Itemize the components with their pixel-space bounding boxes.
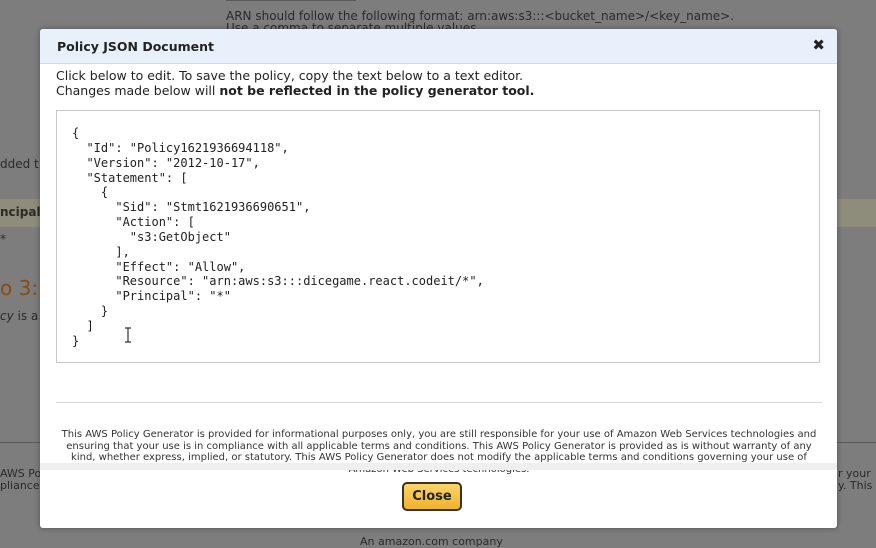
bg-pliance-fragment: pliance: [0, 479, 40, 492]
bg-policy-rest: is a: [13, 309, 39, 323]
instruction-line-2-prefix: Changes made below will: [56, 83, 220, 98]
modal-divider: [56, 402, 822, 403]
instruction-line-2-bold: not be reflected in the policy generator…: [219, 83, 535, 98]
close-x-icon[interactable]: ✖: [812, 37, 825, 53]
policy-json-modal: Policy JSON Document ✖ Click below to ed…: [40, 29, 837, 528]
instruction-line-2: Changes made below will not be reflected…: [56, 83, 534, 98]
close-button[interactable]: Close: [402, 482, 462, 511]
modal-title: Policy JSON Document: [57, 39, 214, 54]
policy-json-text[interactable]: { "Id": "Policy1621936694118", "Version"…: [72, 126, 484, 349]
policy-json-editor[interactable]: { "Id": "Policy1621936694118", "Version"…: [56, 110, 820, 363]
text-cursor-icon: [125, 327, 131, 343]
bg-policy-fragment: cy is a: [0, 309, 38, 323]
bg-right-fragment-2: y. This A: [838, 479, 876, 492]
bg-principal-fragment: ncipal: [0, 205, 41, 219]
modal-instructions: Click below to edit. To save the policy,…: [56, 68, 534, 98]
bg-step-fragment: o 3:: [0, 276, 39, 300]
bg-star-fragment: *: [0, 232, 6, 246]
bg-underline: [226, 0, 356, 1]
bg-added-fragment: dded t: [0, 157, 39, 171]
bg-policy-italic: cy: [0, 309, 14, 323]
footer-band: [40, 463, 837, 470]
modal-header: Policy JSON Document ✖: [40, 29, 837, 64]
instruction-line-1: Click below to edit. To save the policy,…: [56, 68, 524, 83]
